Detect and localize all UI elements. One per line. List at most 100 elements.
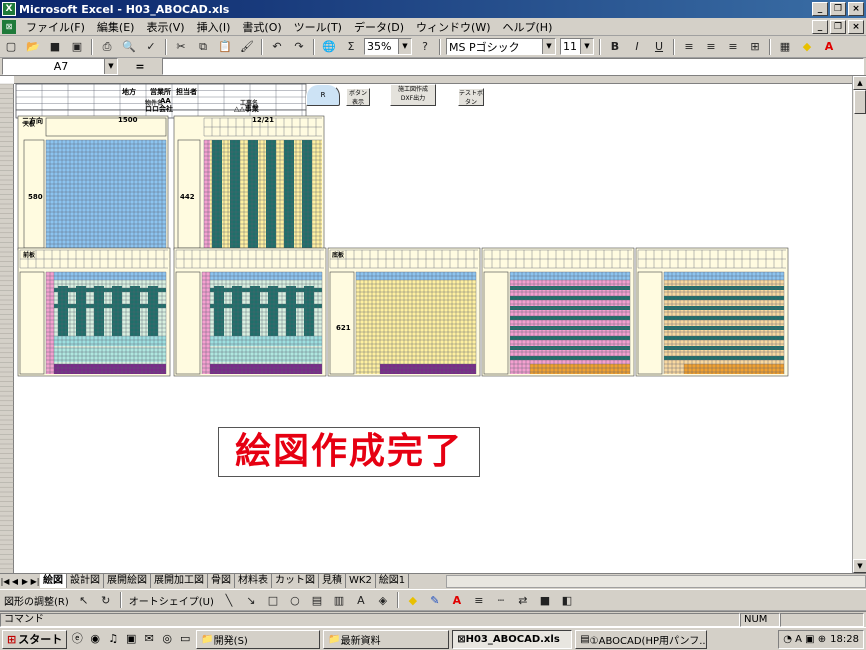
worksheet[interactable]: 地方 営業所 担当者 AA 物件名 ロロ会社 工事名 △△事業 二方向 1500… [0, 76, 866, 573]
arrow-style-icon[interactable]: ⇄ [513, 591, 533, 609]
tab-wk2[interactable]: WK2 [346, 574, 376, 588]
scroll-thumb[interactable] [854, 90, 866, 114]
excel-app-icon[interactable]: X [2, 2, 16, 16]
quicklaunch-ie-icon[interactable]: ⓔ [69, 631, 85, 647]
tab-tenkai-eizu[interactable]: 展開絵図 [104, 574, 151, 588]
task-saishin[interactable]: 📁 最新資料 [323, 629, 450, 649]
underline-icon[interactable]: U [649, 38, 669, 56]
fill-color-icon[interactable]: ◆ [797, 38, 817, 56]
dxf-output-button[interactable]: 施工図作成 DXF出力 [390, 84, 436, 106]
select-pointer-icon[interactable]: ↖ [74, 591, 94, 609]
tab-first-icon[interactable]: |◀ [0, 577, 10, 586]
menu-data[interactable]: データ(D) [348, 19, 410, 35]
paste-icon[interactable]: 📋 [215, 38, 235, 56]
draw-fill-color-icon[interactable]: ◆ [403, 591, 423, 609]
tray-icons[interactable]: ◔ A ▣ ⊕ [783, 634, 826, 645]
shadow-icon[interactable]: ■ [535, 591, 555, 609]
tab-mitsumori[interactable]: 見積 [319, 574, 346, 588]
test-button[interactable]: テストボタン [458, 88, 484, 106]
zoom-combo[interactable]: 35% ▼ [364, 38, 412, 55]
font-color-icon[interactable]: A [819, 38, 839, 56]
merge-center-icon[interactable]: ⊞ [745, 38, 765, 56]
workbook-icon[interactable]: ⊠ [2, 19, 16, 34]
align-right-icon[interactable]: ≡ [723, 38, 743, 56]
minimize-button[interactable]: _ [812, 2, 828, 16]
wordart-icon[interactable]: A [351, 591, 371, 609]
menu-help[interactable]: ヘルプ(H) [497, 19, 559, 35]
menu-file[interactable]: ファイル(F) [20, 19, 91, 35]
textbox-icon[interactable]: ▤ [307, 591, 327, 609]
line-color-icon[interactable]: ✎ [425, 591, 445, 609]
quicklaunch-desktop-icon[interactable]: ▭ [177, 631, 193, 647]
tab-honezu[interactable]: 骨図 [208, 574, 235, 588]
tab-last-icon[interactable]: ▶| [30, 577, 40, 586]
menu-edit[interactable]: 編集(E) [91, 19, 141, 35]
undo-icon[interactable]: ↶ [267, 38, 287, 56]
tab-tenkai-kakouzu[interactable]: 展開加工図 [151, 574, 208, 588]
scroll-down-arrow[interactable]: ▼ [853, 559, 866, 573]
spelling-icon[interactable]: ✓ [141, 38, 161, 56]
chevron-down-icon[interactable]: ▼ [542, 39, 555, 54]
show-button[interactable]: ボタン表示 [346, 88, 370, 106]
tab-sekkeizu[interactable]: 設計図 [67, 574, 104, 588]
bold-icon[interactable]: B [605, 38, 625, 56]
menu-view[interactable]: 表示(V) [140, 19, 190, 35]
font-name-combo[interactable]: MS Pゴシック ▼ [446, 38, 556, 55]
font-size-combo[interactable]: 11 ▼ [560, 38, 594, 55]
draw-adjust-menu[interactable]: 図形の調整(R) [0, 593, 73, 608]
start-button[interactable]: ⊞ スタート [2, 629, 68, 649]
autoshape-menu[interactable]: オートシェイプ(U) [125, 593, 218, 608]
format-painter-icon[interactable]: 🖌 [237, 38, 257, 56]
align-center-icon[interactable]: ≡ [701, 38, 721, 56]
print-icon[interactable]: ⎙ [97, 38, 117, 56]
line-icon[interactable]: ╲ [219, 591, 239, 609]
rectangle-icon[interactable]: □ [263, 591, 283, 609]
doc-minimize-button[interactable]: _ [812, 19, 828, 34]
quicklaunch-chrome-icon[interactable]: ◎ [159, 631, 175, 647]
draw-font-color-icon[interactable]: A [447, 591, 467, 609]
doc-restore-button[interactable]: ❐ [830, 19, 846, 34]
chevron-down-icon[interactable]: ▼ [580, 39, 593, 54]
quicklaunch-outlook-icon[interactable]: ✉ [141, 631, 157, 647]
tab-prev-icon[interactable]: ◀ [10, 577, 20, 586]
borders-icon[interactable]: ▦ [775, 38, 795, 56]
task-excel[interactable]: ⊠ H03_ABOCAD.xls [452, 629, 573, 649]
3d-icon[interactable]: ◧ [557, 591, 577, 609]
doc-close-button[interactable]: × [848, 19, 864, 34]
r-button[interactable]: R [306, 84, 340, 106]
new-icon[interactable]: ▢ [1, 38, 21, 56]
align-left-icon[interactable]: ≡ [679, 38, 699, 56]
menu-window[interactable]: ウィンドウ(W) [410, 19, 496, 35]
horizontal-scrollbar[interactable] [446, 574, 866, 588]
autosum-icon[interactable]: Σ [341, 38, 361, 56]
tab-zairyouhyou[interactable]: 材料表 [235, 574, 272, 588]
open-icon[interactable]: 📂 [23, 38, 43, 56]
clock[interactable]: 18:28 [830, 634, 859, 645]
menu-format[interactable]: 書式(O) [236, 19, 287, 35]
line-style-icon[interactable]: ≡ [469, 591, 489, 609]
menu-insert[interactable]: 挿入(I) [191, 19, 237, 35]
redo-icon[interactable]: ↷ [289, 38, 309, 56]
tab-eizu[interactable]: 絵図 [40, 574, 67, 588]
dash-style-icon[interactable]: ┄ [491, 591, 511, 609]
arrow-icon[interactable]: ↘ [241, 591, 261, 609]
help-icon[interactable]: ? [415, 38, 435, 56]
formula-input[interactable] [162, 58, 864, 75]
print-preview-icon[interactable]: 🔍 [119, 38, 139, 56]
task-abocad[interactable]: ▤ ①ABOCAD(HP用パンフ... [575, 629, 708, 649]
permission-icon[interactable]: ▣ [67, 38, 87, 56]
tab-next-icon[interactable]: ▶ [20, 577, 30, 586]
chevron-down-icon[interactable]: ▼ [398, 39, 411, 54]
quicklaunch-browser-icon[interactable]: ◉ [87, 631, 103, 647]
scroll-up-arrow[interactable]: ▲ [853, 76, 866, 90]
rotate-icon[interactable]: ↻ [96, 591, 116, 609]
cut-icon[interactable]: ✂ [171, 38, 191, 56]
restore-button[interactable]: ❐ [830, 2, 846, 16]
close-button[interactable]: × [848, 2, 864, 16]
task-kaihatsu[interactable]: 📁 開発(S) [196, 629, 321, 649]
tab-eizu1[interactable]: 絵図1 [376, 574, 410, 588]
chevron-down-icon[interactable]: ▼ [104, 59, 117, 74]
italic-icon[interactable]: I [627, 38, 647, 56]
quicklaunch-app-icon[interactable]: ▣ [123, 631, 139, 647]
save-icon[interactable]: ■ [45, 38, 65, 56]
